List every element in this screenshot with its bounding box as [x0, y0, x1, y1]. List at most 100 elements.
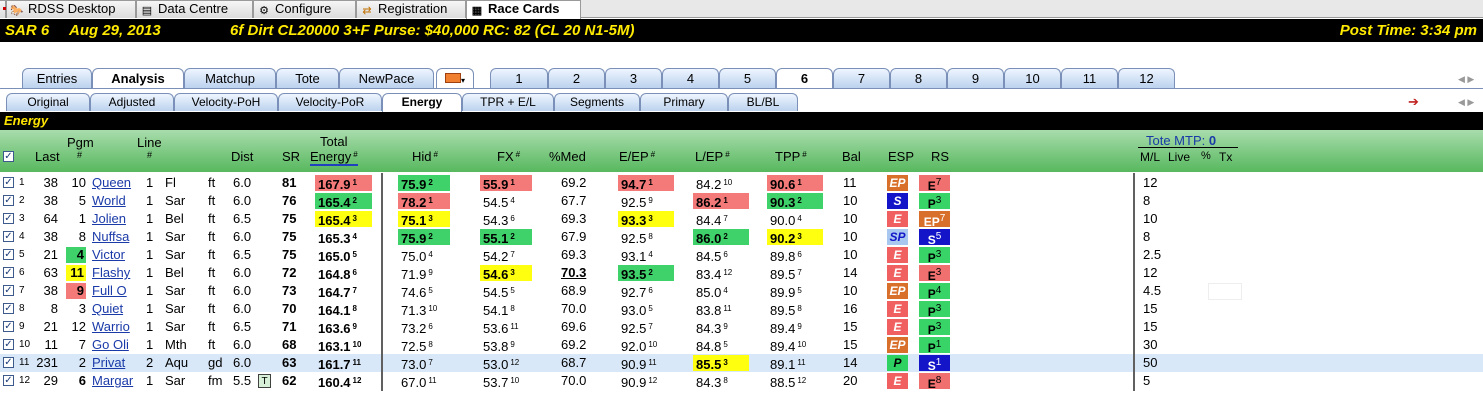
race-tab-1[interactable]: 1	[490, 68, 548, 88]
row-checkbox[interactable]: ✓	[3, 195, 14, 206]
table-row[interactable]: ✓ 7 38 9 Full O 1 Sar ft 6.0 73 164.7 7 74.6 5 54.5 5 68…	[0, 282, 1483, 301]
subtab-scroll-arrows[interactable]: ◀ ▶	[1458, 97, 1474, 108]
row-checkbox[interactable]: ✓	[3, 303, 14, 314]
horse-name-link[interactable]: Nuffsa	[92, 229, 140, 245]
live-odds-cell[interactable]	[1208, 283, 1242, 300]
tab-velocity-poh[interactable]: Velocity-PoH	[174, 93, 278, 111]
race-tab-3[interactable]: 3	[605, 68, 662, 88]
horse-name-link[interactable]: Flashy	[92, 265, 140, 281]
tab-entries[interactable]: Entries	[22, 68, 92, 88]
row-checkbox[interactable]: ✓	[3, 339, 14, 350]
tab-tote[interactable]: Tote	[276, 68, 339, 88]
race-tab-6[interactable]: 6	[776, 68, 833, 89]
tab-adjusted[interactable]: Adjusted	[90, 93, 174, 111]
col-pct-med[interactable]: %Med	[549, 149, 586, 164]
tab-velocity-por[interactable]: Velocity-PoR	[278, 93, 382, 111]
race-tab-2[interactable]: 2	[548, 68, 605, 88]
row-checkbox[interactable]: ✓	[3, 321, 14, 332]
horse-name-link[interactable]: Warrio	[92, 319, 140, 335]
race-tab-11[interactable]: 11	[1061, 68, 1118, 88]
col-pct[interactable]: %	[1201, 150, 1211, 162]
col-ml[interactable]: M/L	[1140, 150, 1160, 164]
col-live[interactable]: Live	[1168, 150, 1190, 164]
tab-configure[interactable]: ⚙ Configure	[253, 0, 356, 18]
col-line[interactable]: Line	[137, 135, 162, 150]
col-last[interactable]: Last	[35, 149, 60, 164]
table-row[interactable]: ✓ 10 11 7 Go Oli 1 Mth ft 6.0 68 163.1 10 72.5 8 53.8 9…	[0, 336, 1483, 355]
horse-name-link[interactable]: Queen	[92, 175, 140, 191]
col-rs[interactable]: RS	[931, 149, 949, 164]
race-tab-10[interactable]: 10	[1004, 68, 1061, 88]
col-tpp[interactable]: TPP #	[775, 149, 807, 164]
table-row[interactable]: ✓ 12 29 6 Margar 1 Sar fm 5.5 T 62 160.4 12 67.0 11 53.…	[0, 372, 1483, 391]
race-tab-12[interactable]: 12	[1118, 68, 1175, 88]
row-checkbox[interactable]: ✓	[3, 267, 14, 278]
race-tab-4[interactable]: 4	[662, 68, 719, 88]
surface: ft	[208, 211, 216, 226]
tab-segments[interactable]: Segments	[554, 93, 640, 111]
horse-name-link[interactable]: Go Oli	[92, 337, 140, 353]
tab-energy[interactable]: Energy	[382, 93, 462, 112]
row-checkbox[interactable]: ✓	[3, 213, 14, 224]
table-row[interactable]: ✓ 8 8 3 Quiet 1 Sar ft 6.0 70 164.1 8 71.3 10 54.1 8 70.…	[0, 300, 1483, 319]
race-picker-button[interactable]: ▾	[436, 68, 474, 88]
col-hid[interactable]: Hid #	[412, 149, 438, 164]
table-row[interactable]: ✓ 11 231 2 Privat 2 Aqu gd 6.0 63 161.7 11 73.0 7 53.0…	[0, 354, 1483, 373]
col-pgm[interactable]: Pgm	[67, 135, 94, 150]
table-row[interactable]: ✓ 2 38 5 World 1 Sar ft 6.0 76 165.4 2 78.2 1 54.5 4 67.…	[0, 192, 1483, 211]
col-sr[interactable]: SR	[282, 149, 300, 164]
race-tab-5[interactable]: 5	[719, 68, 776, 88]
col-total[interactable]: Total	[320, 134, 347, 149]
col-bal[interactable]: Bal	[842, 149, 861, 164]
tab-data-centre[interactable]: ▤ Data Centre	[136, 0, 253, 18]
race-tab-7[interactable]: 7	[833, 68, 890, 88]
tab-original[interactable]: Original	[6, 93, 90, 111]
select-all-checkbox[interactable]: ✓	[3, 151, 14, 162]
e-ep-value: 90.9	[621, 375, 647, 390]
tab-registration[interactable]: ⇄ Registration	[356, 0, 466, 18]
speed-rating: 75	[282, 247, 297, 262]
horse-name-link[interactable]: Quiet	[92, 301, 140, 317]
tab-blbl[interactable]: BL/BL	[728, 93, 798, 111]
row-checkbox[interactable]: ✓	[3, 285, 14, 296]
row-checkbox[interactable]: ✓	[3, 249, 14, 260]
line-track: Sar	[165, 319, 186, 334]
horse-name-link[interactable]: Jolien	[92, 211, 140, 227]
row-checkbox[interactable]: ✓	[3, 231, 14, 242]
total-energy-value: 165.0	[318, 249, 351, 264]
table-row[interactable]: ✓ 4 38 8 Nuffsa 1 Sar ft 6.0 75 165.3 4 75.9 2 55.1 2 67…	[0, 228, 1483, 247]
horse-name-link[interactable]: Privat	[92, 355, 140, 371]
export-icon[interactable]: ➔	[1408, 95, 1424, 109]
col-lep[interactable]: L/EP #	[695, 149, 730, 164]
tab-newpace[interactable]: NewPace	[339, 68, 434, 88]
table-row[interactable]: ✓ 6 63 11 Flashy 1 Bel ft 6.0 72 164.8 6 71.9 9 54.6 3 7…	[0, 264, 1483, 283]
horse-name-link[interactable]: World	[92, 193, 140, 209]
col-tx[interactable]: Tx	[1219, 150, 1232, 164]
fx: 54.3 6	[480, 211, 532, 228]
col-esp[interactable]: ESP	[888, 149, 914, 164]
col-eep[interactable]: E/EP #	[619, 149, 655, 164]
tab-primary[interactable]: Primary	[640, 93, 728, 111]
col-dist[interactable]: Dist	[231, 149, 253, 164]
tab-tpr-el[interactable]: TPR + E/L	[462, 93, 554, 111]
race-tab-8[interactable]: 8	[890, 68, 947, 88]
table-row[interactable]: ✓ 1 38 10 Queen 1 Fl ft 6.0 81 167.9 1 75.9 2 55.9 1 69.…	[0, 174, 1483, 193]
row-checkbox[interactable]: ✓	[3, 357, 14, 368]
row-checkbox[interactable]: ✓	[3, 177, 14, 188]
col-fx[interactable]: FX #	[497, 149, 520, 164]
tab-race-cards[interactable]: ▦ Race Cards	[466, 0, 581, 19]
col-energy[interactable]: Energy #	[310, 149, 358, 166]
tab-scroll-arrows[interactable]: ◀ ▶	[1458, 74, 1474, 85]
row-checkbox[interactable]: ✓	[3, 375, 14, 386]
horse-name-link[interactable]: Full O	[92, 283, 140, 299]
table-row[interactable]: ✓ 9 21 12 Warrio 1 Sar ft 6.5 71 163.6 9 73.2 6 53.6 11…	[0, 318, 1483, 337]
horse-name-link[interactable]: Margar	[92, 373, 140, 389]
race-tab-9[interactable]: 9	[947, 68, 1004, 88]
table-row[interactable]: ✓ 5 21 4 Victor 1 Sar ft 6.5 75 165.0 5 75.0 4 54.2 7 69…	[0, 246, 1483, 265]
tab-rdss-desktop[interactable]: 🐎 RDSS Desktop	[6, 0, 136, 18]
horse-name-link[interactable]: Victor	[92, 247, 140, 263]
tab-analysis[interactable]: Analysis	[92, 68, 184, 89]
table-row[interactable]: ✓ 3 64 1 Jolien 1 Bel ft 6.5 75 165.4 3 75.1 3 54.3 6 69…	[0, 210, 1483, 229]
tab-matchup[interactable]: Matchup	[184, 68, 276, 88]
fx-rank: 12	[510, 358, 520, 367]
